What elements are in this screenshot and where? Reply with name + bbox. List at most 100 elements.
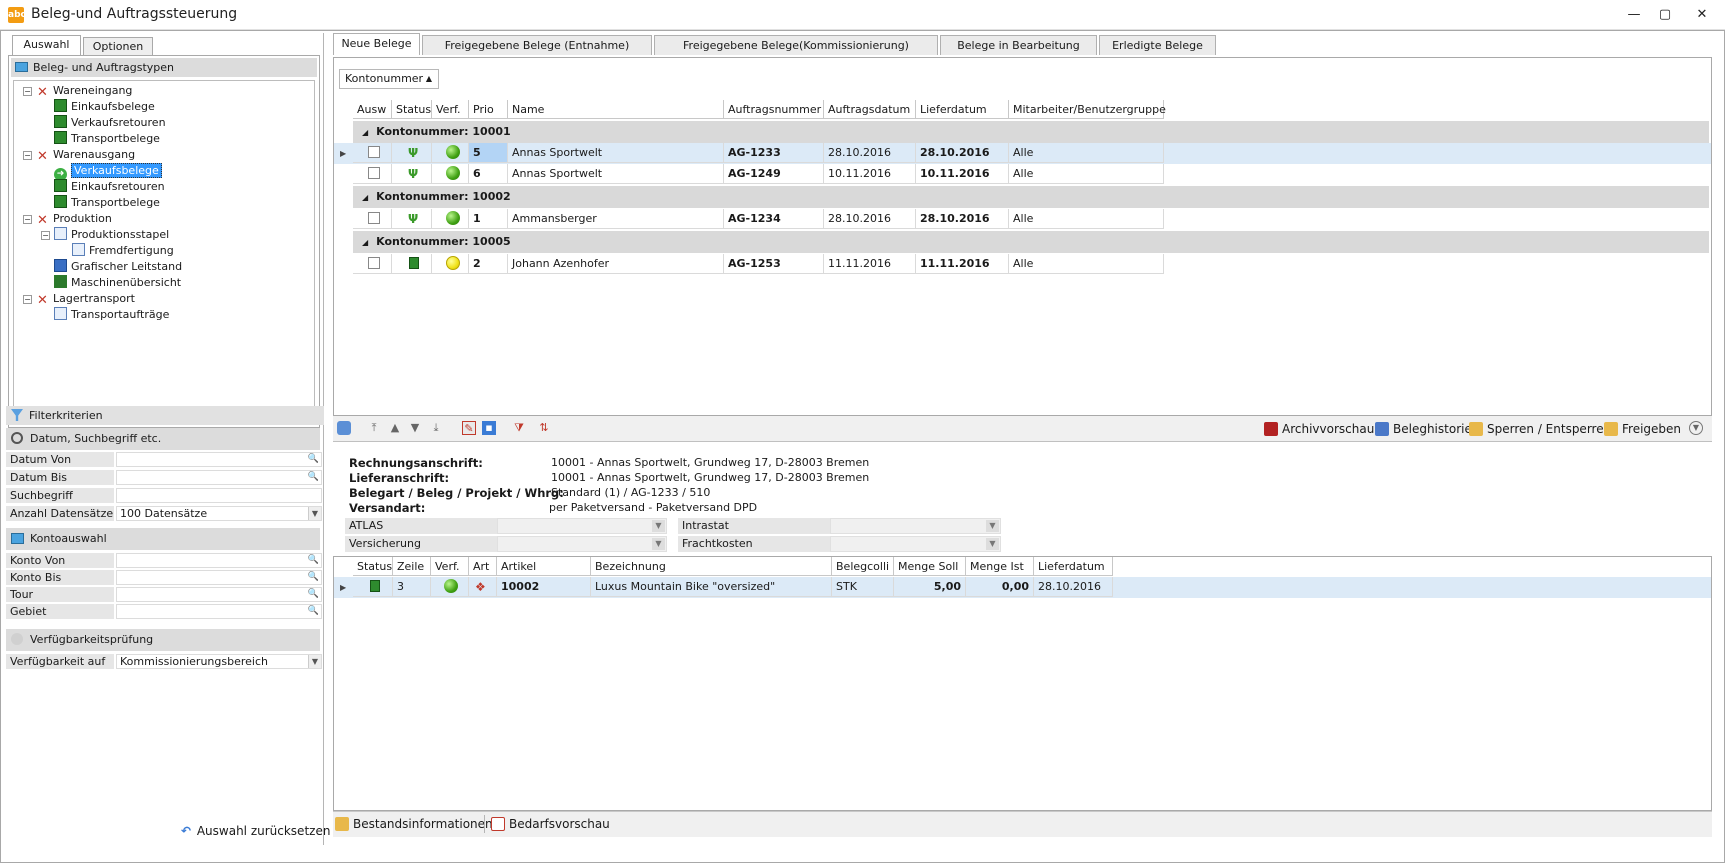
move-down-icon[interactable]: ▼ [408,421,422,435]
mitarbeiter-cell[interactable]: Alle [1009,209,1164,229]
group-datum[interactable]: Datum, Suchbegriff etc. [6,428,320,450]
col-prio[interactable]: Prio [469,100,508,119]
col-art[interactable]: Art [469,557,497,576]
minimize-button[interactable]: — [1622,4,1646,26]
close-button[interactable]: ✕ [1690,4,1714,26]
ausw-checkbox[interactable] [353,254,392,274]
group-konto[interactable]: Kontoauswahl [6,528,320,550]
col-status[interactable]: Status [392,100,432,119]
chevron-down-icon[interactable]: ▼ [986,538,999,550]
tree-item-transportbelege-out[interactable]: Transportbelege [54,195,160,211]
tree-item-einkaufsbelege[interactable]: Einkaufsbelege [54,99,155,115]
ausw-checkbox[interactable] [353,209,392,229]
mitarbeiter-cell[interactable]: Alle [1009,143,1164,163]
ldatum-cell[interactable]: 28.10.2016 [916,143,1009,163]
col-lieferdatum[interactable]: Lieferdatum [1034,557,1113,576]
adatum-cell[interactable]: 10.11.2016 [824,164,916,184]
tab-freigegebene-kommissionierung[interactable]: Freigegebene Belege(Kommissionierung) [654,35,938,55]
search-icon[interactable]: 🔍 [308,554,319,567]
tree-item-verkaufsbelege[interactable]: ➜ Verkaufsbelege [54,163,162,181]
expander-wareneingang[interactable]: − [23,87,32,96]
search-icon[interactable]: 🔍 [308,453,319,466]
freigeben-button[interactable]: Freigeben [1604,421,1681,437]
chevron-down-icon[interactable]: ▼ [1689,421,1703,435]
tree-item-produktion[interactable]: ✕ Produktion [36,211,112,227]
col-verf[interactable]: Verf. [431,557,469,576]
suchbegriff-field[interactable] [116,488,322,503]
versicherung-select[interactable]: ▼ [497,536,667,552]
tab-auswahl[interactable]: Auswahl [12,35,81,56]
search-icon[interactable]: 🔍 [308,471,319,484]
col-status[interactable]: Status [353,557,393,576]
tree-item-verkaufsretouren[interactable]: Verkaufsretouren [54,115,166,131]
expander-produktion[interactable]: − [23,215,32,224]
tree-item-warenausgang[interactable]: ✕ Warenausgang [36,147,135,163]
datum-bis-field[interactable]: 🔍 [116,470,322,485]
col-belegcolli[interactable]: Belegcolli [832,557,894,576]
expander-warenausgang[interactable]: − [23,151,32,160]
col-artikel[interactable]: Artikel [497,557,591,576]
table-row[interactable]: ▶ Ψ 5 Annas Sportwelt AG-1233 28.10.2016… [334,143,1711,164]
menge-ist-cell[interactable]: 0,00 [966,577,1034,597]
ldatum-cell[interactable]: 10.11.2016 [916,164,1009,184]
tree-item-maschinenuebersicht[interactable]: Maschinenübersicht [54,275,181,291]
reset-selection-button[interactable]: ↶ Auswahl zurücksetzen [181,822,330,840]
chevron-down-icon[interactable]: ▼ [986,520,999,532]
beleghistorie-button[interactable]: Beleghistorie [1375,421,1472,437]
tab-erledigte-belege[interactable]: Erledigte Belege [1099,35,1216,55]
col-bezeichnung[interactable]: Bezeichnung [591,557,832,576]
move-up-icon[interactable]: ▲ [388,421,402,435]
search-icon[interactable]: 🔍 [308,605,319,618]
zeile-cell[interactable]: 3 [393,577,431,597]
prio-cell[interactable]: 5 [469,143,508,163]
tab-neue-belege[interactable]: Neue Belege [333,33,420,55]
group-by-chip[interactable]: Kontonummer ▲ [339,69,439,89]
tree-item-fremdfertigung[interactable]: Fremdfertigung [72,243,174,259]
name-cell[interactable]: Annas Sportwelt [508,143,724,163]
chevron-down-icon[interactable]: ▼ [652,538,665,550]
col-mitarbeiter[interactable]: Mitarbeiter/Benutzergruppe [1009,100,1166,119]
colli-cell[interactable]: STK [832,577,894,597]
col-menge-soll[interactable]: Menge Soll [894,557,966,576]
col-verf[interactable]: Verf. [432,100,469,119]
tree-item-produktionsstapel[interactable]: Produktionsstapel [54,227,169,243]
save-icon[interactable]: ▪ [482,421,496,435]
col-menge-ist[interactable]: Menge Ist [966,557,1034,576]
adatum-cell[interactable]: 11.11.2016 [824,254,916,274]
col-auftragsnummer[interactable]: Auftragsnummer [724,100,824,119]
edit-icon[interactable]: ✎ [462,421,476,435]
konto-von-field[interactable]: 🔍 [116,553,322,568]
checkbox[interactable] [368,257,380,269]
search-icon[interactable]: 🔍 [308,571,319,584]
name-cell[interactable]: Ammansberger [508,209,724,229]
search-icon[interactable]: 🔍 [308,588,319,601]
group-verfuegbarkeit[interactable]: Verfügbarkeitsprüfung [6,629,320,651]
table-row[interactable]: Ψ 1 Ammansberger AG-1234 28.10.2016 28.1… [334,209,1711,230]
filter-clear-icon[interactable]: ⧩ [512,421,526,435]
ldatum-cell[interactable]: 11.11.2016 [916,254,1009,274]
chevron-down-icon[interactable]: ▼ [308,655,321,668]
prio-cell[interactable]: 1 [469,209,508,229]
artikel-cell[interactable]: 10002 [497,577,591,597]
col-lieferdatum[interactable]: Lieferdatum [916,100,1009,119]
move-first-icon[interactable]: ⤒ [367,421,381,435]
anzahl-select[interactable]: 100 Datensätze ▼ [116,506,322,521]
prio-cell[interactable]: 6 [469,164,508,184]
sort-icon[interactable]: ⇅ [537,421,551,435]
table-row[interactable]: ▶ 3 ❖ 10002 Luxus Mountain Bike "oversiz… [334,577,1711,598]
tab-optionen[interactable]: Optionen [83,37,153,56]
chevron-down-icon[interactable]: ▼ [652,520,665,532]
konto-bis-field[interactable]: 🔍 [116,570,322,585]
tree-item-grafischer-leitstand[interactable]: Grafischer Leitstand [54,259,182,275]
sperren-button[interactable]: Sperren / Entsperren [1469,421,1611,437]
gebiet-field[interactable]: 🔍 [116,604,322,619]
name-cell[interactable]: Annas Sportwelt [508,164,724,184]
tab-freigegebene-entnahme[interactable]: Freigegebene Belege (Entnahme) [422,35,652,55]
expander-produktionsstapel[interactable]: − [41,231,50,240]
atlas-select[interactable]: ▼ [497,518,667,534]
mitarbeiter-cell[interactable]: Alle [1009,254,1164,274]
ausw-checkbox[interactable] [353,143,392,163]
chevron-down-icon[interactable]: ▼ [308,507,321,520]
mitarbeiter-cell[interactable]: Alle [1009,164,1164,184]
checkbox[interactable] [368,146,380,158]
